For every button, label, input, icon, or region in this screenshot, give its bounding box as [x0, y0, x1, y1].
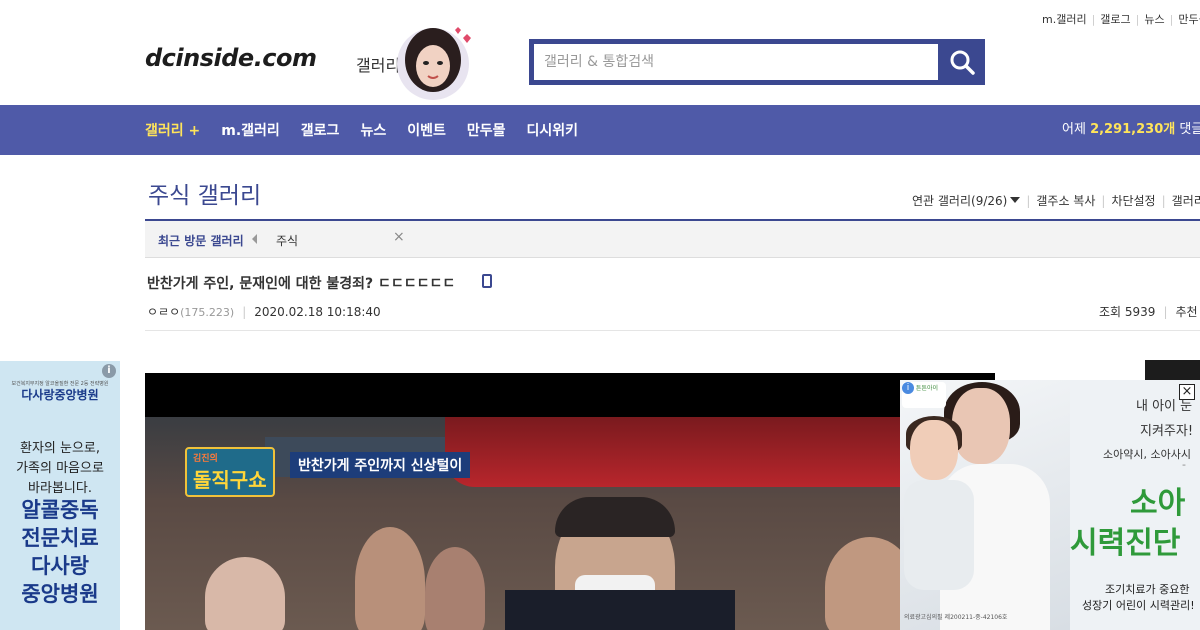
post-recommend: 추천 [1175, 305, 1198, 319]
separator: | [1091, 13, 1096, 26]
recent-visit-item[interactable]: 주식 [276, 232, 298, 249]
nav-stats: 어제 2,291,230개 댓글 [1062, 105, 1200, 155]
post-views: 조회 5939 [1099, 305, 1156, 319]
ad-fine-print: 의료광고심의필 제200211-중-42106호 [904, 614, 1008, 621]
top-utility-links: m.갤러리 | 갤로그 | 뉴스 | 만두몰 [1042, 11, 1200, 27]
ad-handwriting: 지켜주자! [1140, 424, 1194, 439]
site-logo[interactable]: dcinside.com [145, 44, 317, 72]
search-bar: 갤러리 & 통합검색 [529, 39, 985, 85]
post-date: 2020.02.18 10:18:40 [254, 305, 381, 319]
right-floating-ad[interactable]: i 튼튼아이 × 내 아이 눈 지켜주자! 소아약시, 소아사시 - 소아 시력… [900, 380, 1200, 630]
ad-dash: - [1182, 458, 1186, 471]
post-video[interactable]: 김진의 돌직구쇼 반찬가게 주인까지 신상털이 [145, 373, 995, 630]
arrow-left-icon[interactable] [252, 234, 257, 244]
nav-item-gallog[interactable]: 갤로그 [301, 120, 340, 140]
ad-brand: 다사랑중앙병원 [21, 388, 99, 402]
separator: | [1169, 13, 1174, 26]
post-author-ip: (175.223) [180, 306, 235, 319]
post-author[interactable]: ㅇㄹㅇ [147, 305, 180, 319]
mobile-icon [482, 274, 492, 288]
left-banner-ad[interactable]: i 보건복지부지정 알코올질환 전문 2등 전략병원 다사랑중앙병원 환자의 눈… [0, 361, 120, 630]
search-icon [950, 50, 975, 75]
logo-character-image [393, 20, 477, 102]
related-gallery-dropdown[interactable]: 연관 갤러리(9/26) [912, 194, 1021, 208]
ad-badge: i 튼튼아이 [902, 382, 946, 408]
top-link-mall[interactable]: 만두몰 [1178, 13, 1200, 26]
gallery-tools: 연관 갤러리(9/26) | 갤주소 복사 | 차단설정 | 갤러리 [912, 192, 1200, 209]
ad-info-icon[interactable]: i [102, 364, 116, 378]
nav-item-news[interactable]: 뉴스 [360, 120, 386, 140]
copy-gallery-url-button[interactable]: 갤주소 복사 [1036, 194, 1095, 208]
ad-headline: 소아 [1130, 486, 1186, 521]
video-person [355, 527, 425, 630]
stats-prefix: 어제 [1062, 122, 1086, 137]
recent-visit-bar: 최근 방문 갤러리 주식 × [145, 221, 1200, 258]
ad-headline: 알콜중독 전문치료 다사랑 중앙병원 [21, 498, 99, 606]
ad-note: 조기치료가 중요한 [1105, 583, 1190, 596]
close-icon[interactable]: × [393, 229, 405, 245]
video-show-logo: 김진의 돌직구쇼 [185, 447, 275, 497]
top-link-news[interactable]: 뉴스 [1144, 13, 1164, 26]
stats-value: 2,291,230개 [1090, 122, 1176, 137]
caret-down-icon [1010, 197, 1021, 203]
nav-item-mgallery[interactable]: m.갤러리 [221, 120, 280, 140]
ad-copy: 환자의 눈으로, 가족의 마음으로 바라봅니다. [16, 441, 104, 496]
video-person [205, 557, 285, 630]
top-link-gallog[interactable]: 갤로그 [1100, 13, 1130, 26]
gallery-title[interactable]: 주식 갤러리 [148, 176, 261, 210]
gallery-info-button[interactable]: 갤러리 [1172, 194, 1200, 208]
nav-item-mall[interactable]: 만두몰 [467, 120, 506, 140]
video-person [425, 547, 485, 630]
right-ad-strip [1145, 360, 1200, 382]
separator: | [1135, 13, 1140, 26]
post-meta: ㅇㄹㅇ(175.223) | 2020.02.18 10:18:40 [147, 305, 381, 319]
meta-divider [145, 330, 1200, 331]
search-input[interactable]: 갤러리 & 통합검색 [534, 44, 938, 80]
nav-item-wiki[interactable]: 디시위키 [526, 120, 578, 140]
ad-photo [900, 380, 1070, 630]
video-background [505, 590, 735, 630]
video-frame: 김진의 돌직구쇼 반찬가게 주인까지 신상털이 [145, 417, 995, 630]
nav-item-gallery[interactable]: 갤러리 + [145, 120, 200, 140]
post-title: 반찬가게 주인, 문재인에 대한 불경죄? ㄷㄷㄷㄷㄷㄷ [147, 276, 456, 292]
ad-note: 성장기 어린이 시력관리! [1082, 599, 1195, 612]
block-settings-button[interactable]: 차단설정 [1111, 194, 1155, 208]
video-caption: 반찬가게 주인까지 신상털이 [290, 452, 471, 478]
ad-handwriting: 내 아이 눈 [1136, 399, 1193, 414]
ad-headline: 시력진단 [1070, 526, 1181, 561]
post-stats: 조회 5939 | 추천 [1099, 305, 1198, 319]
main-nav: 갤러리 + m.갤러리 갤로그 뉴스 이벤트 만두몰 디시위키 어제 2,291… [0, 105, 1200, 155]
search-button[interactable] [939, 39, 985, 85]
stats-suffix: 댓글 [1179, 122, 1200, 137]
nav-item-event[interactable]: 이벤트 [407, 120, 446, 140]
top-link-mgallery[interactable]: m.갤러리 [1042, 13, 1087, 26]
recent-visit-label: 최근 방문 갤러리 [158, 234, 244, 248]
ad-subtitle: 소아약시, 소아사시 [1103, 448, 1191, 461]
